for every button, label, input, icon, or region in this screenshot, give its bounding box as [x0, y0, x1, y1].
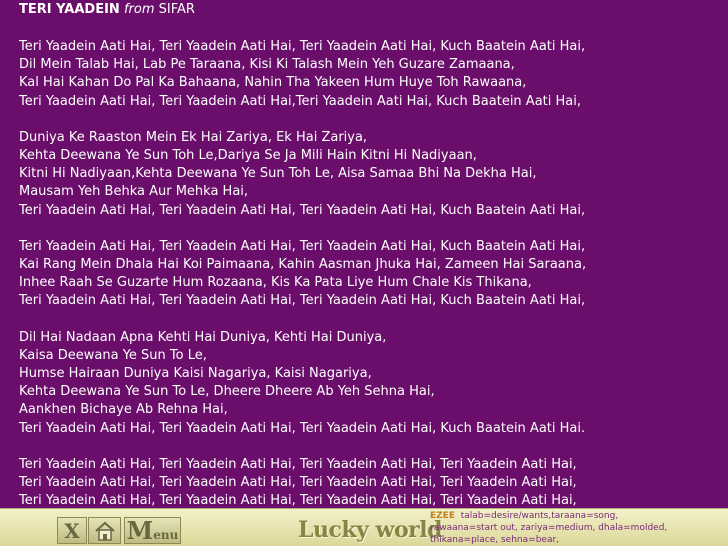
from-label: from: [123, 2, 155, 17]
lyric-line: Kai Rang Mein Dhala Hai Koi Paimaana, Ka…: [19, 257, 587, 273]
lyric-line: Kehta Deewana Ye Sun Toh Le,Dariya Se Ja…: [19, 148, 477, 164]
glossary-text-2: rawaana=start out, zariya=medium, dhala=…: [430, 523, 668, 533]
lyric-line: Kehta Deewana Ye Sun To Le, Dheere Dheer…: [19, 384, 435, 400]
exit-button[interactable]: X: [57, 517, 87, 544]
stanza-list: Teri Yaadein Aati Hai, Teri Yaadein Aati…: [19, 38, 728, 508]
lyric-line: Teri Yaadein Aati Hai, Teri Yaadein Aati…: [19, 456, 577, 472]
lyric-line: Kaisa Deewana Ye Sun To Le,: [19, 347, 207, 363]
brand-title: Lucky world: [298, 517, 443, 543]
home-button[interactable]: [88, 517, 121, 544]
lyric-line: Aankhen Bichaye Ab Rehna Hai,: [19, 402, 228, 418]
menu-label-initial: M: [126, 516, 154, 545]
lyric-line: Teri Yaadein Aati Hai, Teri Yaadein Aati…: [19, 238, 586, 254]
footer-bar: X Menu Lucky world EZEE talab=desire/wan…: [0, 508, 728, 546]
stanza: Teri Yaadein Aati Hai, Teri Yaadein Aati…: [19, 38, 728, 111]
stanza: Dil Hai Nadaan Apna Kehti Hai Duniya, Ke…: [19, 329, 728, 438]
lyric-line: Teri Yaadein Aati Hai, Teri Yaadein Aati…: [19, 39, 586, 54]
album-name: SIFAR: [158, 2, 195, 17]
stanza: Duniya Ke Raaston Mein Ek Hai Zariya, Ek…: [19, 129, 728, 220]
lyric-line: Dil Hai Nadaan Apna Kehti Hai Duniya, Ke…: [19, 329, 387, 345]
menu-label-rest: enu: [153, 527, 179, 542]
lyric-line: Kitni Hi Nadiyaan,Kehta Deewana Ye Sun T…: [19, 166, 537, 182]
lyric-line: Teri Yaadein Aati Hai, Teri Yaadein Aati…: [19, 93, 581, 109]
lyric-line: Mausam Yeh Behka Aur Mehka Hai,: [19, 184, 249, 200]
glossary-line-1: EZEE talab=desire/wants,taraana=song,: [430, 510, 726, 522]
lyric-line: Inhee Raah Se Guzarte Hum Rozaana, Kis K…: [19, 275, 532, 291]
lyric-line: Teri Yaadein Aati Hai, Teri Yaadein Aati…: [19, 420, 586, 436]
lyric-line: Humse Hairaan Duniya Kaisi Nagariya, Kai…: [19, 366, 372, 382]
glossary-text-3: thikana=place, sehna=bear,: [430, 535, 560, 545]
stanza: Teri Yaadein Aati Hai, Teri Yaadein Aati…: [19, 238, 728, 311]
song-title: TERI YAADEIN: [19, 2, 120, 17]
lyric-line: Duniya Ke Raaston Mein Ek Hai Zariya, Ek…: [19, 129, 368, 145]
menu-button[interactable]: Menu: [124, 516, 181, 545]
home-icon: [94, 521, 115, 541]
lyric-line: Teri Yaadein Aati Hai, Teri Yaadein Aati…: [19, 293, 586, 309]
glossary-label: EZEE: [430, 511, 455, 521]
glossary-text-1: talab=desire/wants,taraana=song,: [460, 511, 619, 521]
lyric-line: Teri Yaadein Aati Hai, Teri Yaadein Aati…: [19, 475, 577, 491]
lyric-line: Dil Mein Talab Hai, Lab Pe Taraana, Kisi…: [19, 57, 515, 73]
lyric-line: Teri Yaadein Aati Hai, Teri Yaadein Aati…: [19, 202, 586, 218]
glossary-notes: EZEE talab=desire/wants,taraana=song, ra…: [430, 510, 726, 546]
lyric-line: Kal Hai Kahan Do Pal Ka Bahaana, Nahin T…: [19, 75, 527, 91]
lyrics-panel: TERI YAADEIN from SIFAR Teri Yaadein Aat…: [0, 0, 728, 508]
song-heading: TERI YAADEIN from SIFAR: [19, 1, 728, 19]
stanza: Teri Yaadein Aati Hai, Teri Yaadein Aati…: [19, 456, 728, 508]
lyric-line: Teri Yaadein Aati Hai, Teri Yaadein Aati…: [19, 493, 577, 508]
exit-label: X: [64, 518, 80, 543]
